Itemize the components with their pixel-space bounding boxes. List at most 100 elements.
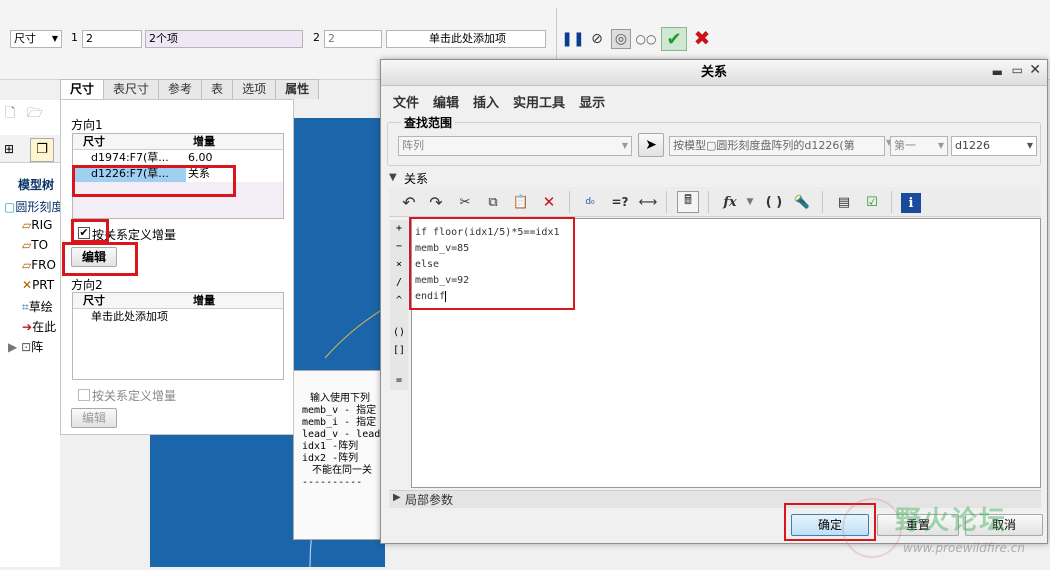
direction1-label: 方向1 bbox=[71, 118, 103, 132]
copy-icon[interactable]: ⧉ bbox=[482, 191, 504, 213]
dimension-type-select[interactable]: 尺寸 ▼ bbox=[10, 30, 62, 48]
dimension-values-icon[interactable]: d₀ bbox=[579, 191, 601, 213]
function-icon[interactable]: fx bbox=[719, 191, 741, 213]
pattern-tabs: 尺寸 表尺寸 参考 表 选项 属性 bbox=[60, 79, 320, 99]
highlight-checkbox bbox=[71, 219, 109, 243]
operator-minus[interactable]: − bbox=[390, 238, 408, 256]
menu-file[interactable]: 文件 bbox=[393, 92, 419, 111]
close-icon[interactable]: ✕ bbox=[1029, 62, 1041, 78]
watermark-logo bbox=[842, 498, 902, 558]
chevron-down-icon: ▼ bbox=[621, 141, 628, 150]
cancel-x-icon[interactable]: ✖ bbox=[692, 26, 712, 50]
expand-arrow-icon[interactable]: ▶ bbox=[393, 492, 401, 503]
confirm-check-icon[interactable]: ✔ bbox=[661, 27, 687, 51]
tree-item-right-plane[interactable]: ▱RIG bbox=[22, 218, 60, 232]
tab-table[interactable]: 表 bbox=[201, 79, 234, 99]
table-header: 尺寸 增量 bbox=[73, 293, 283, 309]
scope-dim-select[interactable]: d1226 ▼ bbox=[951, 136, 1037, 156]
undo-icon[interactable]: ↶ bbox=[398, 191, 420, 213]
toolbar-separator bbox=[569, 191, 570, 213]
redo-icon[interactable]: ↷ bbox=[425, 191, 447, 213]
tab-options[interactable]: 选项 bbox=[232, 79, 277, 99]
tab-table-dimensions[interactable]: 表尺寸 bbox=[103, 79, 160, 99]
tree-item-root[interactable]: ▢圆形刻度 bbox=[4, 198, 60, 215]
tree-item-sketch[interactable]: ⌗草绘 bbox=[22, 298, 60, 315]
relations-section-label: 关系 bbox=[404, 172, 429, 186]
no-preview-icon[interactable]: ⊘ bbox=[587, 29, 607, 49]
column-header-dim: 尺寸 bbox=[83, 135, 105, 148]
tree-item-front-plane[interactable]: ▱FRO bbox=[22, 258, 60, 272]
note-line: 输入使用下列 bbox=[310, 393, 370, 404]
maximize-icon[interactable]: ▭ bbox=[1012, 63, 1023, 77]
measure-icon[interactable]: ⟷ bbox=[637, 191, 659, 213]
operator-equals[interactable]: = bbox=[390, 372, 408, 390]
direction2-num-label: 2 bbox=[313, 31, 320, 44]
direction2-add-field[interactable]: 单击此处添加项 bbox=[386, 30, 546, 48]
parameter-icon[interactable]: 🔦 bbox=[791, 191, 813, 213]
direction2-count-input[interactable]: 2 bbox=[324, 30, 382, 48]
toolbar-separator bbox=[891, 191, 892, 213]
lock-calculator-icon[interactable]: 🖩 bbox=[677, 191, 699, 213]
note-line: 不能在同一关 bbox=[312, 465, 372, 476]
menu-insert[interactable]: 插入 bbox=[473, 92, 499, 111]
operator-brackets[interactable]: [] bbox=[390, 342, 408, 360]
minimize-icon[interactable]: ▬ bbox=[992, 65, 1003, 79]
tree-item-pattern[interactable]: ▶ ⊡阵 bbox=[8, 338, 60, 355]
delete-icon[interactable]: ✕ bbox=[538, 191, 560, 213]
menu-display[interactable]: 显示 bbox=[579, 92, 605, 111]
highlight-edit-button bbox=[62, 242, 138, 276]
tab-dimensions[interactable]: 尺寸 bbox=[60, 79, 105, 99]
tree-layer-icon[interactable]: ⊞ bbox=[4, 142, 14, 156]
verify-relations-icon[interactable]: ☑ bbox=[861, 191, 883, 213]
glasses-icon[interactable]: ○○ bbox=[636, 29, 657, 49]
watermark-title: 野火论坛 bbox=[895, 506, 1008, 536]
brackets-icon[interactable]: ( ) bbox=[763, 191, 785, 213]
pattern-icon: ⊡ bbox=[21, 340, 32, 354]
highlight-code bbox=[409, 217, 575, 310]
operator-power[interactable]: ^ bbox=[390, 292, 408, 310]
tab-references[interactable]: 参考 bbox=[158, 79, 203, 99]
paste-icon[interactable]: 📋 bbox=[510, 191, 532, 213]
local-params-label: 局部参数 bbox=[405, 493, 454, 507]
menu-edit[interactable]: 编辑 bbox=[433, 92, 459, 111]
add-item-row[interactable]: 单击此处添加项 bbox=[73, 309, 283, 325]
verify-preview-icon[interactable]: ◎ bbox=[611, 29, 631, 49]
chevron-down-icon[interactable]: ▼ bbox=[739, 191, 761, 213]
select-pointer-icon[interactable]: ➤ bbox=[638, 133, 664, 157]
edit-button-disabled[interactable]: 编辑 bbox=[71, 408, 117, 428]
dialog-title: 关系 bbox=[700, 65, 727, 80]
ops-gap bbox=[390, 310, 408, 324]
tree-item-csys[interactable]: ✕PRT bbox=[22, 278, 60, 292]
tab-properties[interactable]: 属性 bbox=[275, 79, 320, 99]
plane-icon: ▱ bbox=[22, 218, 32, 232]
operator-times[interactable]: × bbox=[390, 256, 408, 274]
tree-item-insert-here[interactable]: ➔在此 bbox=[22, 318, 60, 335]
tree-item-top-plane[interactable]: ▱TO bbox=[22, 238, 60, 252]
sort-relations-icon[interactable]: ▤ bbox=[833, 191, 855, 213]
operator-plus[interactable]: + bbox=[390, 220, 408, 238]
new-file-icon[interactable]: 🗋 bbox=[5, 104, 15, 126]
info-icon[interactable]: i bbox=[901, 193, 921, 213]
direction1-items-field[interactable]: 2个项 bbox=[145, 30, 303, 48]
add-item-text: 单击此处添加项 bbox=[91, 310, 168, 323]
toolbar-separator bbox=[822, 191, 823, 213]
folder-tab-icon[interactable]: ❐ bbox=[30, 138, 54, 162]
collapse-arrow-icon[interactable]: ▼ bbox=[389, 172, 397, 183]
scope-model-field[interactable]: 按模型▢圆形刻度盘阵列的d1226(第 bbox=[669, 136, 885, 156]
pause-icon[interactable]: ❚❚ bbox=[561, 29, 584, 49]
relation-checkbox-2[interactable] bbox=[78, 389, 90, 401]
menu-utilities[interactable]: 实用工具 bbox=[513, 92, 565, 111]
chevron-down-icon: ▼ bbox=[937, 141, 944, 150]
evaluate-icon[interactable]: =? bbox=[609, 191, 631, 213]
direction1-count-input[interactable]: 2 bbox=[82, 30, 142, 48]
cut-icon[interactable]: ✂ bbox=[454, 191, 476, 213]
table-row[interactable]: d1974:F7(草... 6.00 bbox=[73, 150, 283, 166]
open-folder-icon[interactable]: 🗁 bbox=[27, 104, 43, 126]
scope-type-select[interactable]: 阵列 ▼ bbox=[398, 136, 632, 156]
chevron-down-icon: ▼ bbox=[51, 34, 58, 43]
scope-order-select[interactable]: 第一 ▼ bbox=[890, 136, 948, 156]
operator-divide[interactable]: / bbox=[390, 274, 408, 292]
operator-parens[interactable]: () bbox=[390, 324, 408, 342]
part-icon: ▢ bbox=[4, 200, 16, 214]
table-header: 尺寸 增量 bbox=[73, 134, 283, 150]
